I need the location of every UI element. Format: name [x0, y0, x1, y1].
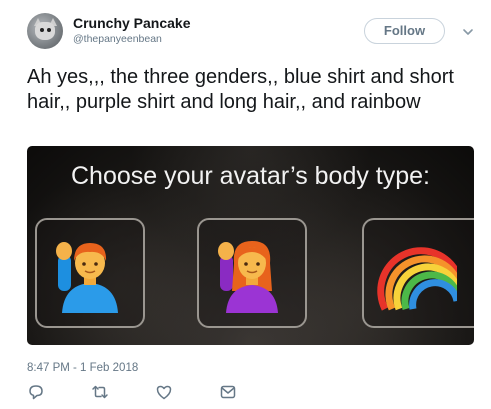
follow-button[interactable]: Follow [364, 18, 445, 44]
chevron-down-icon[interactable] [461, 25, 475, 39]
avatar[interactable] [27, 13, 63, 49]
avatar-eye [47, 28, 51, 32]
reply-icon[interactable] [27, 383, 45, 401]
display-name[interactable]: Crunchy Pancake [73, 15, 191, 31]
tweet-card: Crunchy Pancake @thepanyeenbean Follow A… [0, 0, 491, 409]
like-icon[interactable] [155, 383, 173, 401]
tweet-actions [27, 383, 277, 401]
avatar-face [35, 22, 55, 40]
retweet-icon[interactable] [91, 383, 109, 401]
tweet-media-image[interactable]: Choose your avatar’s body type: [27, 146, 474, 345]
media-title: Choose your avatar’s body type: [70, 162, 430, 190]
man-raising-hand-icon [56, 242, 118, 313]
tweet-text: Ah yes,,, the three genders,, blue shirt… [27, 66, 454, 113]
body-type-option-1 [35, 218, 145, 328]
user-handle[interactable]: @thepanyeenbean [73, 33, 162, 45]
woman-raising-hand-icon [218, 241, 278, 313]
rainbow-icon [377, 247, 457, 311]
tweet-timestamp[interactable]: 8:47 PM - 1 Feb 2018 [27, 362, 138, 374]
body-type-option-2 [197, 218, 307, 328]
direct-message-icon[interactable] [219, 383, 237, 401]
body-type-option-3 [362, 218, 474, 328]
avatar-eye [40, 28, 44, 32]
